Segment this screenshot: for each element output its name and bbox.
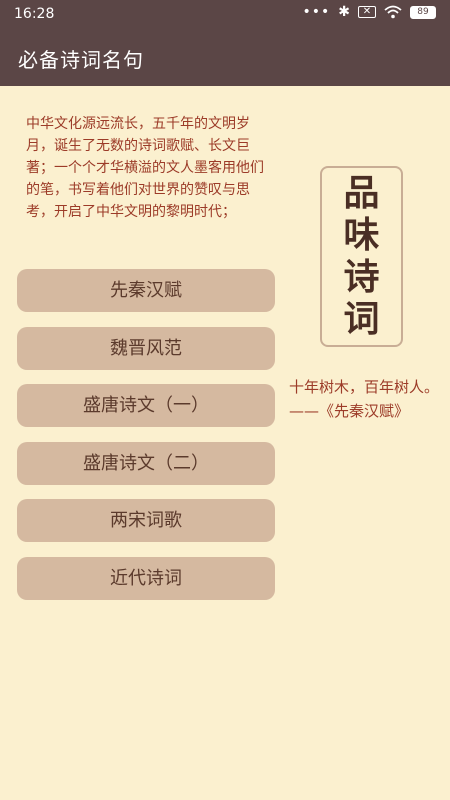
stamp-char: 味 xyxy=(343,214,380,256)
category-button-jindai-shici[interactable]: 近代诗词 xyxy=(17,556,275,600)
intro-text: 中华文化源远流长，五千年的文明岁月，诞生了无数的诗词歌赋、长文巨著；一个个才华横… xyxy=(26,116,264,220)
app-bar: 16:28 ••• ✱ ✕ 89 必备诗词名句 xyxy=(0,0,450,86)
category-menu: 先秦汉赋 魏晋风范 盛唐诗文（一） 盛唐诗文（二） 两宋词歌 近代诗词 xyxy=(17,269,275,614)
category-button-shengtang-1[interactable]: 盛唐诗文（一） xyxy=(17,384,275,427)
title-stamp: 品 味 诗 词 xyxy=(320,166,403,347)
stamp-char: 品 xyxy=(343,172,380,214)
status-time: 16:28 xyxy=(14,6,55,22)
more-notifications-icon: ••• xyxy=(302,4,331,20)
app-title: 必备诗词名句 xyxy=(18,48,144,72)
no-sim-icon: ✕ xyxy=(358,6,376,18)
category-button-weijin-fengfan[interactable]: 魏晋风范 xyxy=(17,326,275,370)
status-bar: 16:28 ••• ✱ ✕ 89 xyxy=(0,0,450,28)
category-button-xianqin-hanfu[interactable]: 先秦汉赋 xyxy=(17,269,275,312)
status-icons: ••• ✱ ✕ 89 xyxy=(302,5,436,19)
stamp-char: 诗 xyxy=(343,256,380,298)
wifi-icon xyxy=(384,5,402,19)
category-button-shengtang-2[interactable]: 盛唐诗文（二） xyxy=(17,441,275,485)
bluetooth-icon: ✱ xyxy=(338,4,350,20)
battery-icon: 89 xyxy=(410,5,436,19)
quote-text: 十年树木，百年树人。——《先秦汉赋》 xyxy=(289,378,440,420)
category-button-liangsong-cige[interactable]: 两宋词歌 xyxy=(17,499,275,542)
stamp-char: 词 xyxy=(343,298,380,340)
